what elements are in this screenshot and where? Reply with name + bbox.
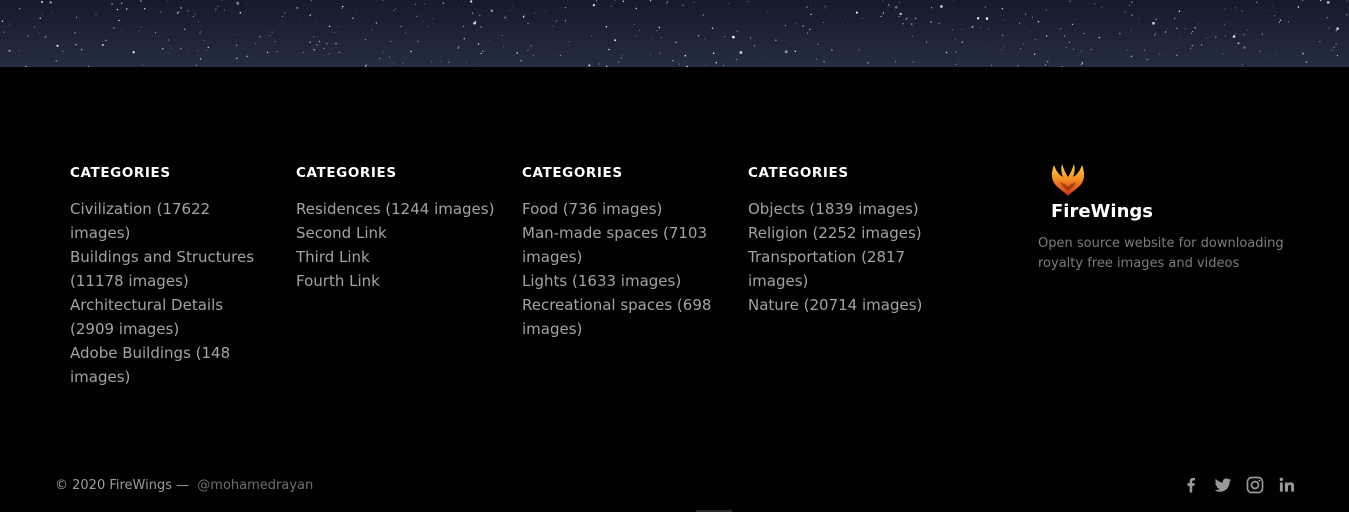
hero-starfield-strip	[0, 0, 1349, 67]
copyright-text: © 2020 FireWings — @mohamedrayan	[55, 477, 313, 495]
category-link-adobe-buildings[interactable]: Adobe Buildings (148 images)	[70, 341, 270, 389]
category-link-religion[interactable]: Religion (2252 images)	[748, 221, 948, 245]
category-link-transportation[interactable]: Transportation (2817 images)	[748, 245, 948, 293]
category-link-architectural-details[interactable]: Architectural Details (2909 images)	[70, 293, 270, 341]
third-link[interactable]: Third Link	[296, 245, 496, 269]
column-title: CATEGORIES	[522, 165, 623, 181]
second-link[interactable]: Second Link	[296, 221, 496, 245]
phoenix-logo-icon[interactable]	[1049, 161, 1087, 199]
category-link-lights[interactable]: Lights (1633 images)	[522, 269, 722, 293]
copyright-label: © 2020 FireWings —	[55, 478, 190, 493]
twitter-icon[interactable]	[1213, 475, 1233, 495]
brand-name: FireWings	[1051, 201, 1153, 222]
link-list: Food (736 images) Man-made spaces (7103 …	[522, 197, 722, 341]
column-title: CATEGORIES	[70, 165, 171, 181]
footer-column-4: CATEGORIES Objects (1839 images) Religio…	[748, 164, 948, 317]
link-list: Civilization (17622 images) Buildings an…	[70, 197, 270, 389]
category-link-residences[interactable]: Residences (1244 images)	[296, 197, 496, 221]
social-links	[1181, 475, 1297, 495]
author-link[interactable]: @mohamedrayan	[197, 478, 313, 493]
category-link-civilization[interactable]: Civilization (17622 images)	[70, 197, 270, 245]
fourth-link[interactable]: Fourth Link	[296, 269, 496, 293]
column-title: CATEGORIES	[296, 165, 397, 181]
category-link-nature[interactable]: Nature (20714 images)	[748, 293, 948, 317]
linkedin-icon[interactable]	[1277, 475, 1297, 495]
column-title: CATEGORIES	[748, 165, 849, 181]
category-link-recreational-spaces[interactable]: Recreational spaces (698 images)	[522, 293, 722, 341]
link-list: Residences (1244 images) Second Link Thi…	[296, 197, 496, 293]
footer-column-1: CATEGORIES Civilization (17622 images) B…	[70, 164, 270, 389]
footer-bottom-bar: © 2020 FireWings — @mohamedrayan	[0, 475, 1349, 497]
category-link-man-made-spaces[interactable]: Man-made spaces (7103 images)	[522, 221, 722, 269]
starfield-background	[1, 0, 1348, 67]
category-link-objects[interactable]: Objects (1839 images)	[748, 197, 948, 221]
footer-column-3: CATEGORIES Food (736 images) Man-made sp…	[522, 164, 722, 341]
facebook-icon[interactable]	[1181, 475, 1201, 495]
footer-column-2: CATEGORIES Residences (1244 images) Seco…	[296, 164, 496, 293]
link-list: Objects (1839 images) Religion (2252 ima…	[748, 197, 948, 317]
brand-description: Open source website for downloading roya…	[1038, 236, 1284, 271]
category-link-buildings-structures[interactable]: Buildings and Structures (11178 images)	[70, 245, 270, 293]
site-footer: CATEGORIES Civilization (17622 images) B…	[0, 67, 1349, 512]
instagram-icon[interactable]	[1245, 475, 1265, 495]
category-link-food[interactable]: Food (736 images)	[522, 197, 722, 221]
